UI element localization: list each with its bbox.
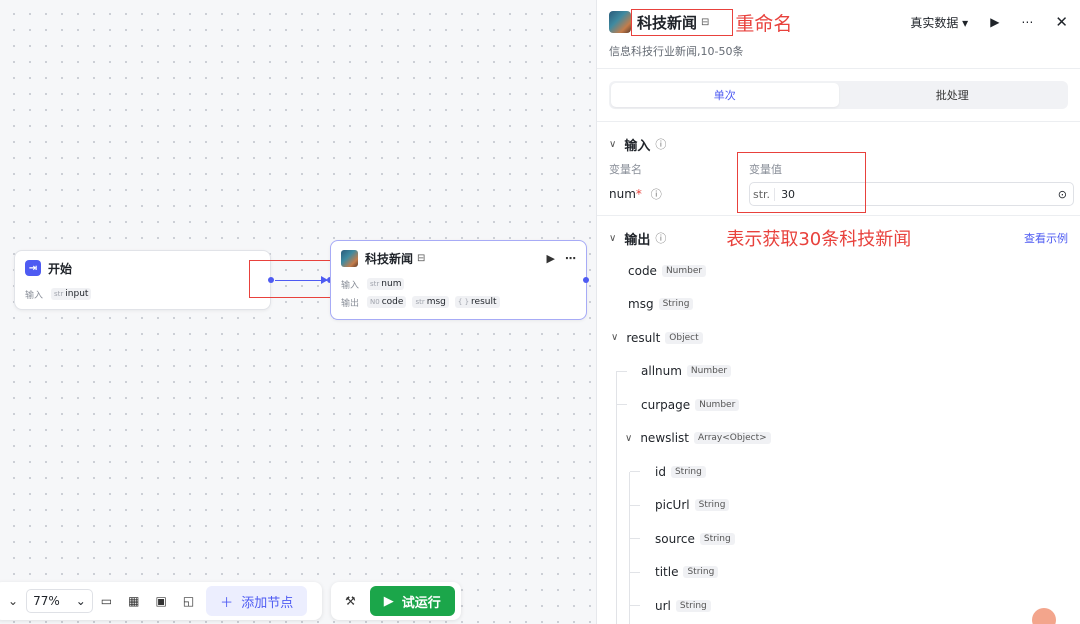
var-name-label: num* ⓘ (609, 187, 662, 201)
tab-batch[interactable]: 批处理 (839, 83, 1067, 107)
chevron-down-icon[interactable]: ∨ (611, 332, 618, 343)
minimap-icon[interactable]: ▣ (155, 594, 166, 608)
param-chip: str input (51, 288, 92, 300)
comment-icon[interactable]: ▭ (101, 594, 112, 608)
collapse-chevron-icon[interactable]: ⌄ (8, 594, 18, 608)
chevron-down-icon: ∨ (609, 138, 617, 150)
news-node-icon (609, 11, 631, 33)
start-node-input-row: 输入 str input (15, 285, 270, 303)
param-chip: str msg (412, 296, 449, 308)
start-node-header: ⇥ 开始 (15, 251, 270, 285)
info-icon[interactable]: ⓘ (655, 230, 666, 246)
input-section-title: 输入 (624, 138, 651, 154)
add-node-label: 添加节点 (241, 595, 294, 611)
tree-branch (617, 370, 627, 372)
annotation-box-value (737, 152, 866, 213)
news-node-title: 科技新闻 (365, 251, 414, 266)
workflow-canvas[interactable]: ⇥ 开始 输入 str input 科技新闻 ⊟ ▶ ⋯ 输入 str num … (0, 0, 596, 624)
tree-row-url: url String (597, 589, 1080, 623)
tree-branch (630, 538, 640, 540)
tree-row-curpage: curpage Number (597, 388, 1080, 422)
run-mode-tabs: 单次 批处理 (609, 81, 1068, 109)
data-mode-dropdown[interactable]: 真实数据 ▾ (910, 14, 968, 31)
panel-description: 信息科技行业新闻,10-50条 (609, 45, 744, 58)
chevron-down-icon[interactable]: ∨ (625, 433, 632, 444)
start-node[interactable]: ⇥ 开始 输入 str input (14, 250, 271, 310)
tree-row-newslist[interactable]: ∨ newslist Array<Object> (597, 422, 1080, 456)
news-node-input-row: 输入 str num (331, 275, 586, 293)
rename-annotation: 重命名 (735, 12, 793, 35)
tree-branch (630, 471, 640, 473)
test-run-label: 试运行 (401, 595, 441, 611)
news-node-icon (341, 249, 358, 267)
tree-row-code: code Number (597, 254, 1080, 288)
news-node-header: 科技新闻 ⊟ ▶ ⋯ (331, 241, 586, 275)
close-icon[interactable]: ✕ (1055, 13, 1068, 31)
tree-row-source: source String (597, 522, 1080, 556)
node-detail-panel: 科技新闻 ⊟ 重命名 真实数据 ▾ ▶ ⋯ ✕ 信息科技行业新闻,10-50条 … (596, 0, 1080, 624)
divider (597, 68, 1080, 69)
news-node-output-port[interactable] (583, 277, 589, 283)
view-example-link[interactable]: 查看示例 (1024, 230, 1068, 246)
start-node-title: 开始 (48, 261, 73, 276)
col-var-name: 变量名 (609, 163, 642, 176)
run-toolbar: ⚒ ▶ 试运行 (331, 582, 461, 620)
chevron-down-icon: ⌄ (75, 594, 86, 608)
info-icon[interactable]: ⓘ (655, 136, 666, 152)
test-run-button[interactable]: ▶ 试运行 (369, 586, 455, 616)
node-more-icon[interactable]: ⋯ (565, 252, 576, 265)
tool-wrench-icon[interactable]: ⚒ (345, 594, 356, 608)
tree-branch (617, 404, 627, 406)
start-node-input-label: 输入 (25, 290, 44, 301)
more-icon[interactable]: ⋯ (1021, 15, 1033, 29)
plus-icon: ＋ (220, 595, 234, 611)
param-chip: N0 code (367, 296, 407, 308)
param-chip: str num (367, 278, 405, 290)
annotation-box-title (631, 9, 733, 36)
tree-row-allnum: allnum Number (597, 355, 1080, 389)
fit-view-icon[interactable]: ◱ (183, 594, 194, 608)
divider (597, 215, 1080, 216)
info-icon[interactable]: ⓘ (651, 188, 662, 201)
annotation-box-edge (249, 260, 339, 298)
news-node-output-row: 输出 N0 code str msg { } result (331, 293, 586, 311)
chevron-down-icon: ∨ (609, 232, 617, 244)
input-annotation: 表示获取30条科技新闻 (726, 229, 912, 250)
node-run-icon[interactable]: ▶ (547, 252, 555, 265)
zoom-select[interactable]: 77% ⌄ (26, 589, 93, 613)
tree-row-msg: msg String (597, 288, 1080, 322)
news-node-output-label: 输出 (341, 298, 360, 309)
play-icon: ▶ (383, 593, 394, 609)
tree-branch (630, 571, 640, 573)
divider (597, 121, 1080, 122)
tree-row-result[interactable]: ∨ result Object (597, 321, 1080, 355)
zoom-value: 77% (33, 594, 60, 608)
run-icon[interactable]: ▶ (990, 15, 999, 29)
param-chip: { } result (454, 296, 500, 308)
tree-branch (630, 504, 640, 506)
tree-row-id: id String (597, 455, 1080, 489)
tree-branch (630, 605, 640, 607)
news-node[interactable]: 科技新闻 ⊟ ▶ ⋯ 输入 str num 输出 N0 code str msg (330, 240, 587, 320)
news-node-input-label: 输入 (341, 280, 360, 291)
toggle-icon[interactable]: ⊙ (1058, 188, 1067, 201)
plugin-icon: ⊟ (417, 252, 426, 264)
start-icon: ⇥ (25, 260, 41, 276)
canvas-toolbar: ⌄ 77% ⌄ ▭ ▦ ▣ ◱ ＋ 添加节点 (0, 582, 322, 620)
tree-row-title: title String (597, 556, 1080, 590)
tab-single[interactable]: 单次 (611, 83, 839, 107)
tree-row-picurl: picUrl String (597, 489, 1080, 523)
layout-grid-icon[interactable]: ▦ (128, 594, 139, 608)
output-tree: code Number msg String ∨ result Object a… (597, 254, 1080, 624)
output-section-header[interactable]: ∨ 输出 ⓘ 表示获取30条科技新闻 查看示例 (597, 222, 1080, 254)
add-node-button[interactable]: ＋ 添加节点 (206, 586, 308, 616)
output-section-title: 输出 (624, 232, 651, 248)
